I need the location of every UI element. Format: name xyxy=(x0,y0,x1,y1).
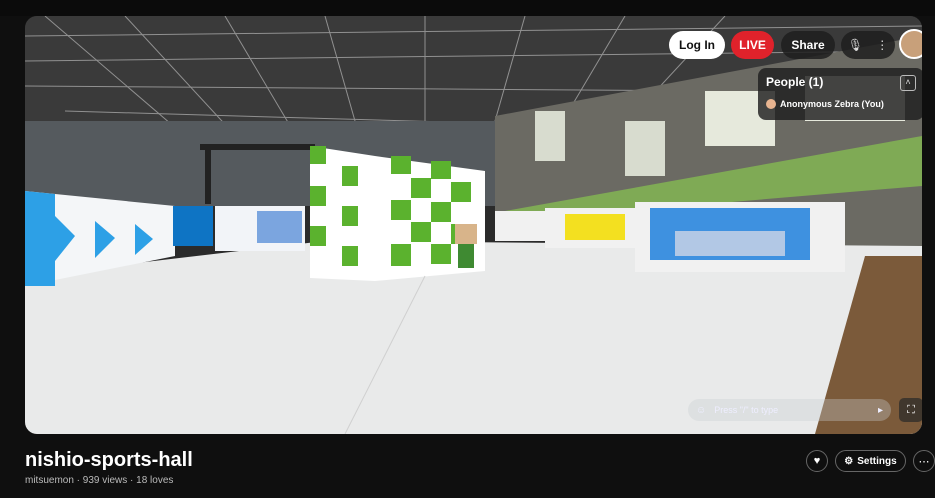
fullscreen-icon: ⛶ xyxy=(907,403,915,416)
heart-icon: ♥ xyxy=(813,455,821,467)
media-controls: 🎙 ⋮ xyxy=(841,31,895,59)
chat-bar: ☺ ▸ xyxy=(688,399,891,421)
collapse-icon[interactable]: ˄ xyxy=(900,75,916,91)
more-horizontal-icon: ⋯ xyxy=(918,455,930,468)
booth-screen xyxy=(257,211,302,243)
member-avatar xyxy=(766,99,776,109)
stage-truss xyxy=(205,144,211,204)
people-panel-title: People (1) xyxy=(766,75,824,89)
vertical-dots-icon[interactable]: ⋮ xyxy=(876,38,888,52)
settings-button[interactable]: ⚙ Settings xyxy=(835,450,906,472)
space-meta: mitsuemon · 939 views · 18 loves xyxy=(25,475,174,486)
left-banner-blue xyxy=(173,206,213,246)
more-button[interactable]: ⋯ xyxy=(913,450,935,472)
people-panel: People (1) ˄ Anonymous Zebra (You) xyxy=(758,68,922,120)
fullscreen-button[interactable]: ⛶ xyxy=(899,398,922,422)
window xyxy=(625,121,665,176)
settings-label: Settings xyxy=(857,455,897,467)
chat-input[interactable] xyxy=(712,404,872,416)
avatar-mascot xyxy=(455,224,477,268)
mic-muted-icon[interactable]: 🎙 xyxy=(848,38,863,52)
people-list-item[interactable]: Anonymous Zebra (You) xyxy=(766,99,884,109)
user-avatar[interactable] xyxy=(899,29,922,59)
3d-viewport[interactable]: Log In LIVE Share 🎙 ⋮ People (1) ˄ Anony… xyxy=(25,16,922,434)
love-button[interactable]: ♥ xyxy=(806,450,828,472)
booth xyxy=(495,211,545,241)
stage-truss xyxy=(200,144,315,150)
send-icon[interactable]: ▸ xyxy=(878,405,883,416)
top-bar xyxy=(0,0,935,16)
booth-counter xyxy=(675,231,785,256)
left-banner-blue xyxy=(25,191,55,286)
share-button[interactable]: Share xyxy=(781,31,835,59)
emoji-icon[interactable]: ☺ xyxy=(696,405,706,416)
live-button[interactable]: LIVE xyxy=(731,31,774,59)
member-name: Anonymous Zebra (You) xyxy=(780,99,884,109)
window xyxy=(535,111,565,161)
login-button[interactable]: Log In xyxy=(669,31,725,59)
booth-yellow-screen xyxy=(565,214,625,240)
gear-icon: ⚙ xyxy=(844,455,854,467)
space-title: nishio-sports-hall xyxy=(25,449,193,471)
